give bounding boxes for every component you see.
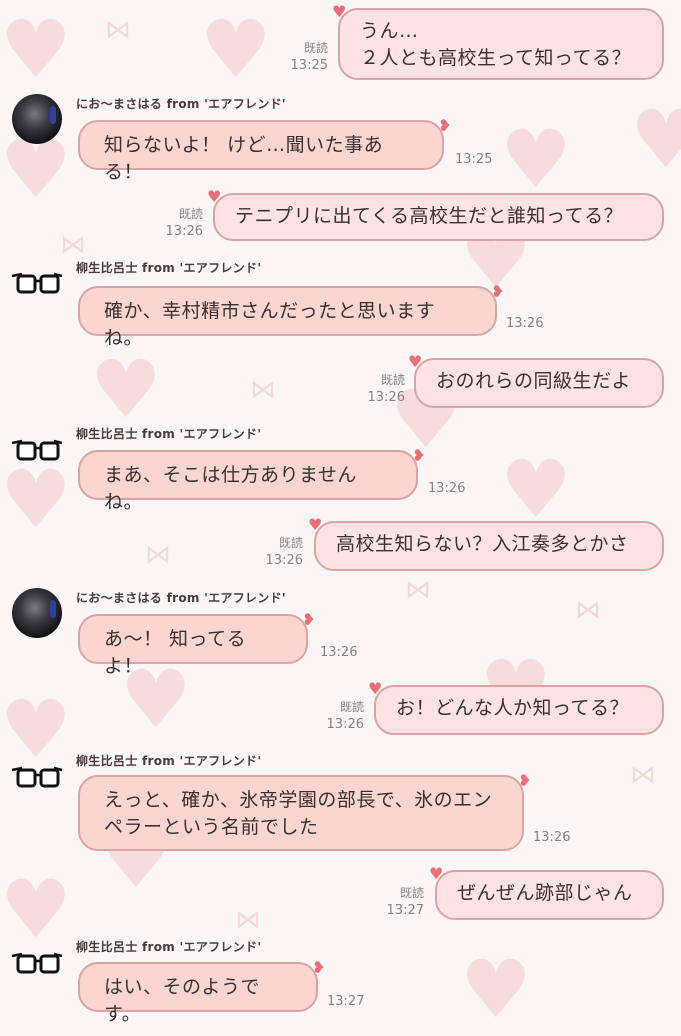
- avatar-yagyuu-glasses[interactable]: [10, 764, 64, 798]
- ribbon-icon: ❥: [412, 446, 426, 465]
- message-meta: 既読 13:26: [327, 699, 364, 733]
- message-time: 13:25: [290, 58, 328, 73]
- sender-name: 柳生比呂士 from 'エアフレンド': [76, 427, 262, 441]
- avatar-yagyuu-glasses[interactable]: [10, 270, 64, 304]
- heart-decoration: ♥: [90, 343, 162, 436]
- heart-decoration: ♥: [0, 863, 72, 956]
- bow-decoration: ⋈: [60, 230, 86, 260]
- message-text: うん…: [360, 20, 419, 42]
- avatar-niou[interactable]: [12, 588, 62, 638]
- read-receipt: 既読: [303, 41, 328, 55]
- heart-ribbon-icon: ♥: [408, 352, 423, 371]
- avatar-yagyuu-glasses[interactable]: [10, 437, 64, 471]
- message-bubble-incoming[interactable]: ❥ はい、そのようです。: [78, 958, 326, 1025]
- heart-decoration: ♥: [500, 443, 572, 536]
- message-bubble-outgoing[interactable]: ♥ 高校生知らない？入江奏多とかさ: [308, 515, 664, 571]
- bow-decoration: ⋈: [145, 540, 171, 570]
- message-text: まあ、そこは仕方ありませんね。: [104, 464, 357, 513]
- heart-decoration: ♥: [0, 453, 72, 546]
- message-time: 13:27: [327, 994, 365, 1009]
- message-text: テニプリに出てくる高校生だと誰知ってる？: [235, 205, 624, 227]
- ribbon-icon: ❥: [438, 116, 452, 135]
- message-text: はい、そのようです。: [104, 976, 261, 1025]
- message-time: 13:26: [326, 717, 364, 732]
- avatar-niou[interactable]: [12, 94, 62, 144]
- message-text: えっと、確か、氷帝学園の部長で、氷のエン: [104, 789, 493, 811]
- message-time: 13:25: [455, 152, 493, 167]
- ribbon-icon: ❥: [491, 282, 505, 301]
- sender-name: にお〜まさはる from 'エアフレンド': [76, 591, 286, 605]
- message-meta: 既読 13:26: [166, 206, 203, 240]
- message-text: 確か、幸村精市さんだったと思いますね。: [104, 300, 436, 349]
- message-text: ２人とも高校生って知ってる？: [360, 47, 632, 69]
- message-time: 13:26: [367, 390, 405, 405]
- heart-decoration: ♥: [500, 113, 572, 206]
- read-receipt: 既読: [339, 700, 364, 714]
- message-text: ペラーという名前でした: [104, 816, 319, 838]
- message-meta: 既読 13:26: [266, 535, 303, 569]
- message-time: 13:27: [386, 903, 424, 918]
- message-text: 知らないよ！ けど…聞いた事ある！: [104, 134, 384, 183]
- heart-decoration: ♥: [630, 93, 681, 186]
- message-bubble-incoming[interactable]: ❥ 確か、幸村精市さんだったと思いますね。: [78, 282, 505, 349]
- avatar-yagyuu-glasses[interactable]: [10, 950, 64, 984]
- sender-name: 柳生比呂士 from 'エアフレンド': [76, 940, 262, 954]
- bow-decoration: ⋈: [575, 595, 601, 625]
- message-time: 13:26: [428, 481, 466, 496]
- message-time: 13:26: [165, 224, 203, 239]
- message-time: 13:26: [506, 316, 544, 331]
- message-bubble-outgoing[interactable]: ♥ うん… ２人とも高校生って知ってる？: [332, 2, 664, 80]
- message-time: 13:26: [265, 553, 303, 568]
- sender-name: 柳生比呂士 from 'エアフレンド': [76, 754, 262, 768]
- message-bubble-outgoing[interactable]: ♥ お！どんな人か知ってる？: [368, 679, 664, 735]
- heart-ribbon-icon: ♥: [207, 187, 222, 206]
- message-text: 高校生知らない？入江奏多とかさ: [336, 533, 629, 555]
- read-receipt: 既読: [399, 886, 424, 900]
- heart-ribbon-icon: ♥: [332, 2, 347, 21]
- message-bubble-incoming[interactable]: ❥ 知らないよ！ けど…聞いた事ある！: [78, 116, 452, 183]
- ribbon-icon: ❥: [302, 610, 316, 629]
- message-bubble-incoming[interactable]: ❥ まあ、そこは仕方ありませんね。: [78, 446, 426, 513]
- heart-decoration: ♥: [200, 3, 272, 96]
- message-meta: 既読 13:25: [291, 40, 328, 74]
- message-meta: 既読 13:26: [368, 372, 405, 406]
- bow-decoration: ⋈: [250, 375, 276, 405]
- heart-decoration: ♥: [0, 683, 72, 776]
- message-text: ぜんぜん跡部じゃん: [457, 882, 633, 904]
- message-meta: 既読 13:27: [387, 885, 424, 919]
- heart-decoration: ♥: [460, 943, 532, 1036]
- message-text: あ〜！ 知ってるよ！: [104, 628, 247, 677]
- message-text: お！どんな人か知ってる？: [396, 697, 630, 719]
- message-bubble-incoming[interactable]: ❥ あ〜！ 知ってるよ！: [78, 610, 316, 677]
- read-receipt: 既読: [380, 373, 405, 387]
- sender-name: 柳生比呂士 from 'エアフレンド': [76, 261, 262, 275]
- bow-decoration: ⋈: [105, 15, 131, 45]
- bow-decoration: ⋈: [630, 760, 656, 790]
- bow-decoration: ⋈: [235, 905, 261, 935]
- heart-decoration: ♥: [0, 3, 72, 96]
- message-bubble-outgoing[interactable]: ♥ おのれらの同級生だよ: [408, 352, 664, 408]
- message-bubble-incoming[interactable]: ❥ えっと、確か、氷帝学園の部長で、氷のエン ペラーという名前でした: [78, 771, 532, 851]
- heart-ribbon-icon: ♥: [429, 864, 444, 883]
- heart-ribbon-icon: ♥: [308, 515, 323, 534]
- message-time: 13:26: [320, 645, 358, 660]
- read-receipt: 既読: [178, 207, 203, 221]
- message-text: おのれらの同級生だよ: [436, 370, 632, 392]
- read-receipt: 既読: [278, 536, 303, 550]
- message-time: 13:26: [533, 830, 571, 845]
- sender-name: にお〜まさはる from 'エアフレンド': [76, 97, 286, 111]
- ribbon-icon: ❥: [518, 771, 532, 790]
- bow-decoration: ⋈: [405, 575, 431, 605]
- message-bubble-outgoing[interactable]: ♥ ぜんぜん跡部じゃん: [429, 864, 664, 920]
- message-bubble-outgoing[interactable]: ♥ テニプリに出てくる高校生だと誰知ってる？: [207, 187, 664, 241]
- heart-ribbon-icon: ♥: [368, 679, 383, 698]
- ribbon-icon: ❥: [312, 958, 326, 977]
